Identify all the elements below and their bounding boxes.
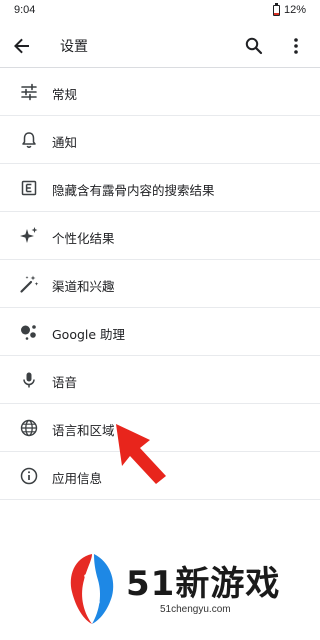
more-vert-icon bbox=[294, 38, 298, 54]
settings-item-label: 通知 bbox=[52, 135, 78, 150]
settings-item-label: 渠道和兴趣 bbox=[52, 279, 115, 294]
red-pointer-arrow-icon bbox=[116, 424, 166, 484]
globe-icon bbox=[18, 417, 40, 439]
explicit-icon bbox=[18, 177, 40, 199]
settings-item-notifications[interactable]: 通知 bbox=[0, 116, 320, 164]
settings-item-label: 常规 bbox=[52, 87, 78, 102]
battery-icon bbox=[272, 2, 280, 16]
back-button[interactable] bbox=[10, 34, 34, 58]
info-icon bbox=[18, 465, 40, 487]
app-bar: 设置 bbox=[0, 24, 320, 68]
bell-icon bbox=[18, 129, 40, 151]
status-right: 12% bbox=[272, 2, 306, 16]
tune-icon bbox=[18, 81, 40, 103]
watermark-subtitle: 51chengyu.com bbox=[160, 604, 231, 615]
settings-item-general[interactable]: 常规 bbox=[0, 68, 320, 116]
settings-item-label: 语言和区域 bbox=[52, 423, 115, 438]
mic-icon bbox=[18, 369, 40, 391]
logo-mark-icon bbox=[70, 554, 114, 624]
status-bar: 9:04 12% bbox=[0, 0, 320, 24]
battery-percent: 12% bbox=[283, 4, 306, 16]
more-options-button[interactable] bbox=[284, 34, 308, 58]
settings-item-label: Google 助理 bbox=[52, 327, 126, 342]
page-title: 设置 bbox=[60, 39, 88, 55]
search-icon bbox=[245, 37, 263, 55]
sparkle-icon bbox=[18, 225, 40, 247]
settings-item-label: 应用信息 bbox=[52, 471, 103, 486]
watermark-title: 51新游戏 bbox=[126, 564, 281, 604]
search-button[interactable] bbox=[242, 34, 266, 58]
settings-item-channels-interests[interactable]: 渠道和兴趣 bbox=[0, 260, 320, 308]
settings-item-personalized-results[interactable]: 个性化结果 bbox=[0, 212, 320, 260]
status-time: 9:04 bbox=[14, 4, 36, 16]
settings-item-voice[interactable]: 语音 bbox=[0, 356, 320, 404]
watermark-logo: 51新游戏 51chengyu.com bbox=[62, 548, 320, 628]
settings-item-google-assistant[interactable]: Google 助理 bbox=[0, 308, 320, 356]
assistant-icon bbox=[18, 321, 40, 343]
settings-item-label: 隐藏含有露骨内容的搜索结果 bbox=[52, 183, 215, 198]
magic-wand-icon bbox=[18, 273, 40, 295]
settings-item-hide-explicit[interactable]: 隐藏含有露骨内容的搜索结果 bbox=[0, 164, 320, 212]
settings-item-label: 个性化结果 bbox=[52, 231, 115, 246]
settings-item-label: 语音 bbox=[52, 375, 78, 390]
arrow-back-icon bbox=[14, 38, 29, 54]
